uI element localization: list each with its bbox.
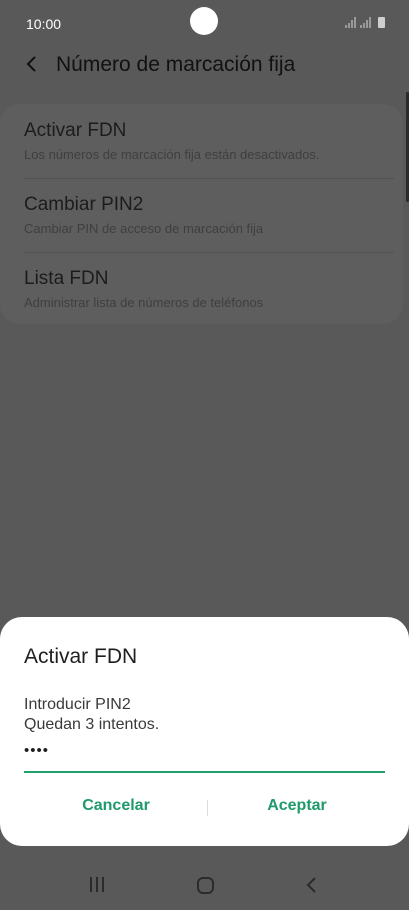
list-item-subtitle: Los números de marcación fija están desa… <box>24 147 320 162</box>
dialog-message: Introducir PIN2 Quedan 3 intentos. <box>24 695 159 735</box>
dialog-title: Activar FDN <box>24 645 138 668</box>
dialog-message-line1: Introducir PIN2 <box>24 696 131 713</box>
back-arrow-icon[interactable] <box>24 54 40 74</box>
status-time: 10:00 <box>26 16 62 32</box>
list-item-title: Activar FDN <box>24 120 127 141</box>
divider <box>24 178 394 179</box>
cancel-button[interactable]: Cancelar <box>31 797 201 821</box>
list-item-title: Cambiar PIN2 <box>24 194 144 215</box>
pin2-dialog: Activar FDN Introducir PIN2 Quedan 3 int… <box>0 617 409 846</box>
status-icons <box>345 17 385 28</box>
pin-input[interactable]: •••• <box>24 742 49 759</box>
status-bar: 10:00 <box>0 0 409 44</box>
navigation-bar <box>0 860 409 910</box>
dialog-message-line2: Quedan 3 intentos. <box>24 716 160 733</box>
list-item-activar-fdn[interactable]: Activar FDN Los números de marcación fij… <box>24 120 394 162</box>
list-item-title: Lista FDN <box>24 268 109 289</box>
button-divider <box>207 800 208 816</box>
front-camera <box>190 7 218 35</box>
list-item-cambiar-pin2[interactable]: Cambiar PIN2 Cambiar PIN de acceso de ma… <box>24 194 394 236</box>
list-item-lista-fdn[interactable]: Lista FDN Administrar lista de números d… <box>24 268 394 310</box>
list-item-subtitle: Cambiar PIN de acceso de marcación fija <box>24 221 264 236</box>
page-title: Número de marcación fija <box>56 53 296 76</box>
app-bar: Número de marcación fija <box>0 44 409 84</box>
list-item-subtitle: Administrar lista de números de teléfono… <box>24 295 264 310</box>
cell-signal-icon <box>360 17 371 28</box>
settings-list: Activar FDN Los números de marcación fij… <box>0 104 403 324</box>
wifi-signal-icon <box>345 17 356 28</box>
accept-button[interactable]: Aceptar <box>212 797 382 821</box>
pin-input-underline <box>24 771 385 773</box>
battery-icon <box>378 17 385 28</box>
divider <box>24 252 394 253</box>
recents-icon[interactable] <box>90 877 104 892</box>
nav-back-icon[interactable] <box>305 876 319 894</box>
home-icon[interactable] <box>197 877 214 894</box>
